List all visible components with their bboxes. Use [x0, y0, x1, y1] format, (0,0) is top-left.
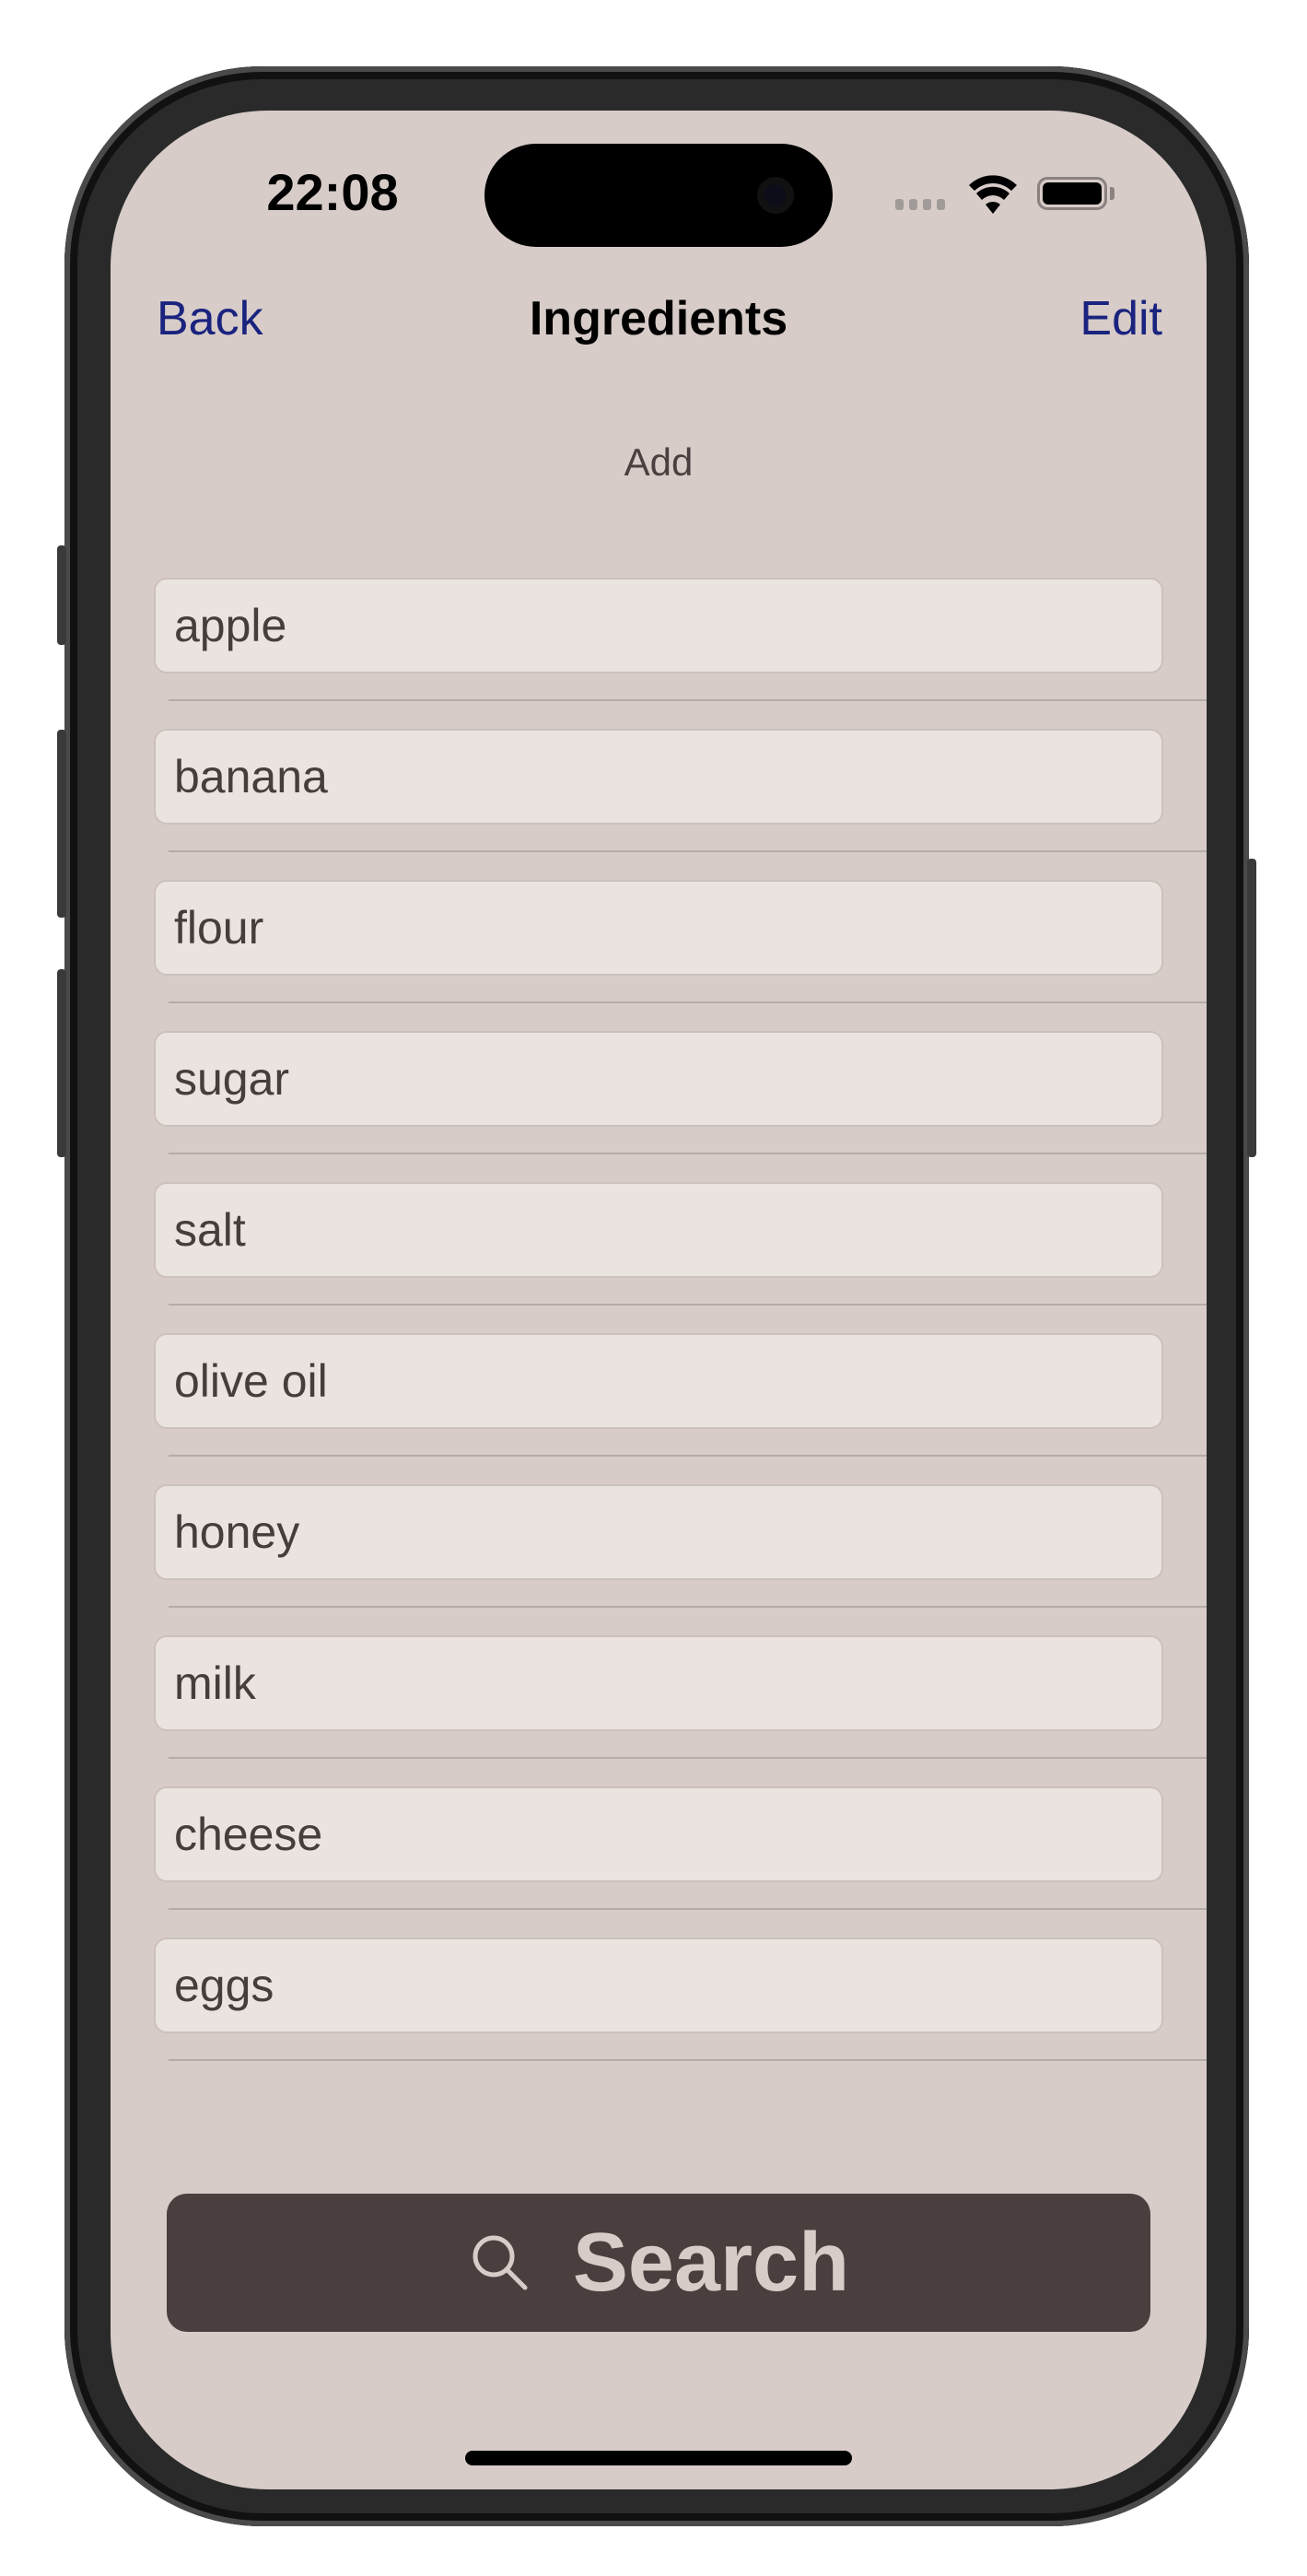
list-item [154, 729, 1207, 880]
add-button[interactable]: Add [624, 440, 694, 484]
divider [169, 1001, 1207, 1003]
divider [169, 1757, 1207, 1759]
list-item [154, 1031, 1207, 1182]
dynamic-island [484, 144, 833, 247]
power-button [1247, 859, 1256, 1157]
ingredient-field[interactable] [154, 1333, 1163, 1429]
search-button[interactable]: Search [167, 2194, 1150, 2332]
ingredient-field[interactable] [154, 1786, 1163, 1882]
divider [169, 1606, 1207, 1608]
add-row: Add [111, 440, 1207, 485]
edit-button[interactable]: Edit [1079, 291, 1162, 346]
divider [169, 1455, 1207, 1457]
ingredient-field[interactable] [154, 729, 1163, 825]
list-item [154, 1182, 1207, 1333]
page-title: Ingredients [529, 292, 788, 345]
list-item [154, 1333, 1207, 1484]
cellular-signal-icon [895, 199, 945, 210]
ingredient-field[interactable] [154, 578, 1163, 673]
list-item [154, 1786, 1207, 1938]
list-item [154, 1938, 1207, 2089]
divider [169, 1304, 1207, 1306]
volume-up-button [57, 730, 66, 918]
divider [169, 850, 1207, 852]
status-time: 22:08 [266, 163, 399, 221]
back-button[interactable]: Back [157, 291, 263, 346]
list-item [154, 578, 1207, 729]
divider [169, 699, 1207, 701]
volume-down-button [57, 969, 66, 1157]
battery-icon [1037, 177, 1107, 210]
battery-tip [1110, 187, 1114, 200]
front-camera-icon [757, 177, 794, 214]
app-screen: 22:08 Ingredients Back Edit Add apple ba… [111, 111, 1207, 2489]
divider [169, 2059, 1207, 2061]
ingredient-field[interactable] [154, 880, 1163, 976]
search-button-label: Search [572, 2216, 850, 2309]
wifi-icon [969, 175, 1017, 214]
ingredient-field[interactable] [154, 1635, 1163, 1731]
divider [169, 1153, 1207, 1154]
home-indicator[interactable] [465, 2451, 852, 2465]
ingredient-field[interactable] [154, 1938, 1163, 2033]
ingredient-field[interactable] [154, 1031, 1163, 1127]
ingredient-field[interactable] [154, 1484, 1163, 1580]
divider [169, 1908, 1207, 1910]
action-button [57, 545, 66, 645]
magnifying-glass-icon [473, 2235, 528, 2290]
ingredient-list [154, 578, 1207, 2089]
list-item [154, 880, 1207, 1031]
ingredient-field[interactable] [154, 1182, 1163, 1278]
list-item [154, 1484, 1207, 1635]
list-item [154, 1635, 1207, 1786]
